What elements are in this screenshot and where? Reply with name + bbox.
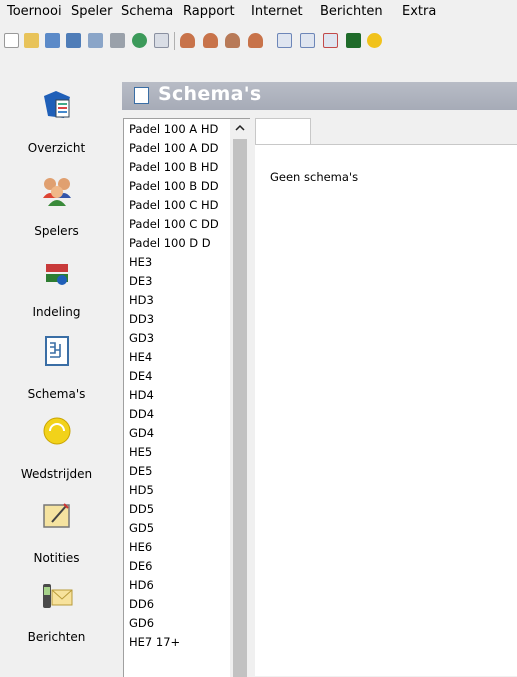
menu-speler[interactable]: Speler bbox=[71, 4, 112, 19]
list-item[interactable]: GD5 bbox=[129, 519, 154, 538]
nav-label: Indeling bbox=[32, 305, 81, 319]
list-item[interactable]: Padel 100 B DD bbox=[129, 177, 219, 196]
list-item[interactable]: DE6 bbox=[129, 557, 152, 576]
list-item[interactable]: DD5 bbox=[129, 500, 154, 519]
list-item[interactable]: DD6 bbox=[129, 595, 154, 614]
list-item[interactable]: HE3 bbox=[129, 253, 152, 272]
save-as-icon[interactable] bbox=[66, 33, 81, 48]
tab-empty[interactable] bbox=[255, 118, 311, 144]
scroll-up-icon[interactable] bbox=[234, 122, 246, 134]
menu-bar: Toernooi Speler Schema Rapport Internet … bbox=[0, 0, 517, 24]
nav-indeling[interactable]: Indeling bbox=[0, 256, 113, 336]
list-item[interactable]: Padel 100 B HD bbox=[129, 158, 218, 177]
nav-label: Wedstrijden bbox=[20, 467, 93, 481]
mail-icon[interactable] bbox=[154, 33, 169, 48]
player-icon[interactable] bbox=[180, 33, 195, 48]
list-item[interactable]: Padel 100 D D bbox=[129, 234, 211, 253]
list-item[interactable]: Padel 100 C HD bbox=[129, 196, 218, 215]
list-item[interactable]: HE7 17+ bbox=[129, 633, 180, 652]
nav-schemas[interactable]: Schema's bbox=[0, 334, 113, 414]
schedule-add-icon[interactable] bbox=[300, 33, 315, 48]
page-title-bar: Schema's bbox=[122, 82, 517, 110]
nav-spelers[interactable]: Spelers bbox=[0, 174, 113, 254]
menu-berichten[interactable]: Berichten bbox=[320, 4, 383, 19]
nav-label: Overzicht bbox=[27, 141, 86, 155]
toolbar bbox=[0, 24, 517, 58]
draws-icon bbox=[134, 87, 149, 104]
matches-icon bbox=[40, 414, 74, 448]
player-add-icon[interactable] bbox=[203, 33, 218, 48]
open-icon[interactable] bbox=[24, 33, 39, 48]
list-item[interactable]: HD5 bbox=[129, 481, 154, 500]
left-navigation: Overzicht Spelers Indeling Schema's Weds… bbox=[0, 58, 113, 676]
overview-icon bbox=[40, 88, 74, 122]
page-title: Schema's bbox=[158, 83, 262, 105]
list-item[interactable]: GD6 bbox=[129, 614, 154, 633]
nav-label: Spelers bbox=[34, 224, 79, 238]
vertical-scrollbar[interactable] bbox=[230, 119, 250, 677]
division-icon bbox=[40, 256, 74, 290]
tab-strip bbox=[255, 118, 517, 145]
draw-content-panel: Geen schema's bbox=[255, 118, 517, 676]
menu-toernooi[interactable]: Toernooi bbox=[7, 4, 62, 19]
list-item[interactable]: DE5 bbox=[129, 462, 152, 481]
player-link-icon[interactable] bbox=[225, 33, 240, 48]
draws-icon bbox=[40, 334, 74, 368]
save-icon[interactable] bbox=[45, 33, 60, 48]
menu-schema[interactable]: Schema bbox=[121, 4, 173, 19]
list-item[interactable]: DD3 bbox=[129, 310, 154, 329]
list-item[interactable]: HE6 bbox=[129, 538, 152, 557]
menu-rapport[interactable]: Rapport bbox=[183, 4, 235, 19]
schedule-edit-icon[interactable] bbox=[323, 33, 338, 48]
list-item[interactable]: HD6 bbox=[129, 576, 154, 595]
print-icon[interactable] bbox=[110, 33, 125, 48]
nav-wedstrijden[interactable]: Wedstrijden bbox=[0, 414, 113, 494]
list-item[interactable]: GD4 bbox=[129, 424, 154, 443]
nav-label: Berichten bbox=[27, 630, 86, 644]
list-item[interactable]: HE4 bbox=[129, 348, 152, 367]
empty-message: Geen schema's bbox=[270, 170, 359, 184]
print-setup-icon[interactable] bbox=[88, 33, 103, 48]
list-item[interactable]: DE4 bbox=[129, 367, 152, 386]
player-remove-icon[interactable] bbox=[248, 33, 263, 48]
list-item[interactable]: Padel 100 C DD bbox=[129, 215, 219, 234]
nav-notities[interactable]: Notities bbox=[0, 498, 113, 578]
list-item[interactable]: HD3 bbox=[129, 291, 154, 310]
list-item[interactable]: HE5 bbox=[129, 443, 152, 462]
toolbar-separator bbox=[174, 32, 175, 50]
nav-label: Schema's bbox=[27, 387, 86, 401]
list-item[interactable]: Padel 100 A DD bbox=[129, 139, 219, 158]
score-icon[interactable] bbox=[346, 33, 361, 48]
list-item[interactable]: DD4 bbox=[129, 405, 154, 424]
players-icon bbox=[40, 174, 74, 208]
messages-icon bbox=[40, 580, 74, 614]
schedule-icon[interactable] bbox=[277, 33, 292, 48]
scroll-thumb[interactable] bbox=[233, 139, 247, 677]
list-item[interactable]: DE3 bbox=[129, 272, 152, 291]
nav-label: Notities bbox=[33, 551, 80, 565]
nav-berichten[interactable]: Berichten bbox=[0, 580, 113, 660]
list-item[interactable]: HD4 bbox=[129, 386, 154, 405]
list-item[interactable]: GD3 bbox=[129, 329, 154, 348]
notes-icon bbox=[40, 498, 74, 532]
list-item[interactable]: Padel 100 A HD bbox=[129, 120, 218, 139]
draw-list[interactable]: Padel 100 A HD Padel 100 A DD Padel 100 B … bbox=[123, 118, 250, 677]
menu-extra[interactable]: Extra bbox=[402, 4, 436, 19]
menu-internet[interactable]: Internet bbox=[251, 4, 303, 19]
new-icon[interactable] bbox=[4, 33, 19, 48]
web-icon[interactable] bbox=[132, 33, 147, 48]
nav-overzicht[interactable]: Overzicht bbox=[0, 88, 113, 168]
sun-icon[interactable] bbox=[367, 33, 382, 48]
